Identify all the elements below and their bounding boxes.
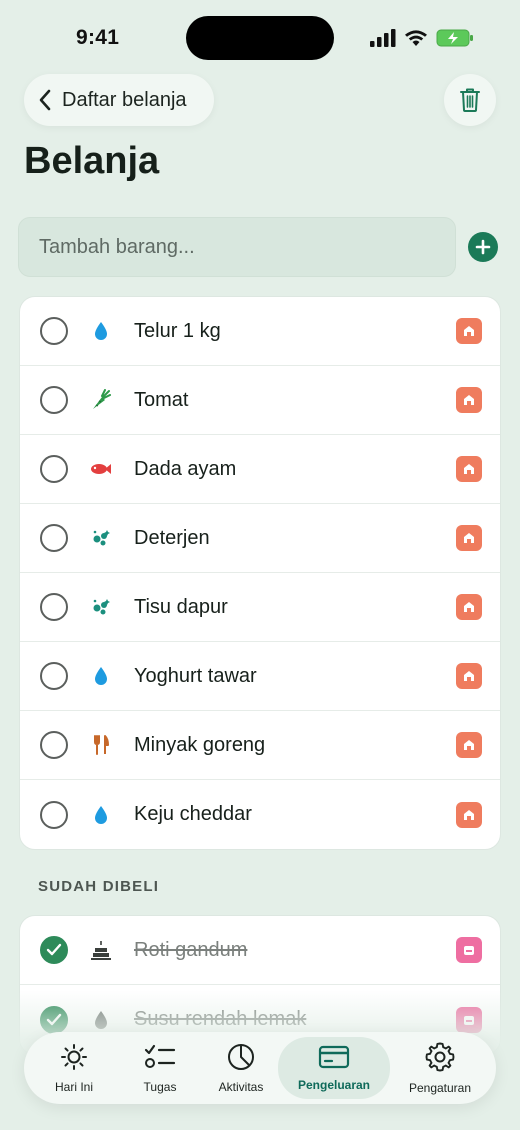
checkbox[interactable] [40, 593, 68, 621]
tab-hari-ini[interactable]: Hari Ini [30, 1037, 118, 1099]
pie-chart-icon [227, 1043, 255, 1076]
purchased-item-row[interactable]: Roti gandum [20, 916, 500, 985]
item-label: Minyak goreng [134, 733, 266, 756]
shopping-item-row[interactable]: Yoghurt tawar [20, 642, 500, 711]
droplet-icon [90, 320, 112, 342]
tab-pengeluaran[interactable]: Pengeluaran [278, 1037, 390, 1099]
back-label: Daftar belanja [62, 88, 187, 111]
bubbles-icon [90, 527, 112, 549]
shopping-item-row[interactable]: Tomat [20, 366, 500, 435]
chevron-left-icon [39, 89, 51, 111]
checkbox[interactable] [40, 731, 68, 759]
store-badge-icon[interactable] [456, 594, 482, 620]
checkbox[interactable] [40, 455, 68, 483]
checkbox[interactable] [40, 386, 68, 414]
checkbox[interactable] [40, 317, 68, 345]
fish-icon [90, 458, 112, 480]
checkmark-icon [46, 943, 62, 956]
item-label: Yoghurt tawar [134, 664, 257, 687]
shopping-item-row[interactable]: Deterjen [20, 504, 500, 573]
trash-icon [460, 88, 480, 112]
status-bar: 9:41 [0, 0, 520, 76]
item-label: Keju cheddar [134, 803, 252, 825]
section-header-purchased: SUDAH DIBELI [38, 878, 160, 895]
tab-aktivitas[interactable]: Aktivitas [202, 1037, 280, 1099]
back-button[interactable]: Daftar belanja [24, 74, 214, 126]
item-label: Tomat [134, 388, 189, 411]
item-label: Deterjen [134, 526, 210, 549]
delete-list-button[interactable] [444, 74, 496, 126]
tab-tugas[interactable]: Tugas [118, 1037, 202, 1099]
tab-bar: Hari Ini Tugas Aktivitas Pengeluaran Pengatu… [24, 1032, 496, 1104]
dynamic-island [186, 16, 334, 60]
droplet-icon [90, 804, 112, 826]
page-title: Belanja [24, 140, 160, 182]
store-badge-icon[interactable] [456, 732, 482, 758]
cake-icon [90, 939, 112, 961]
battery-icon [436, 29, 473, 47]
checklist-icon [144, 1043, 176, 1076]
tab-pengaturan[interactable]: Pengaturan [390, 1037, 490, 1099]
item-label: Tisu dapur [134, 595, 228, 618]
checkbox[interactable] [40, 662, 68, 690]
checkbox-checked[interactable] [40, 936, 68, 964]
wifi-icon [405, 30, 427, 46]
store-badge-icon[interactable] [456, 525, 482, 551]
item-label: Telur 1 kg [134, 319, 221, 342]
droplet-icon [90, 665, 112, 687]
card-icon [318, 1045, 350, 1074]
shopping-list: Telur 1 kg Tomat Dada ayam Deterjen Tisu dap… [19, 296, 501, 850]
item-label: Dada ayam [134, 457, 237, 480]
carrot-icon [90, 389, 112, 411]
fork-knife-icon [90, 734, 112, 756]
signal-icon [370, 29, 396, 47]
shopping-item-row[interactable]: Tisu dapur [20, 573, 500, 642]
plus-icon [475, 239, 491, 255]
shopping-item-row[interactable]: Dada ayam [20, 435, 500, 504]
checkbox[interactable] [40, 524, 68, 552]
store-badge-icon[interactable] [456, 937, 482, 963]
shopping-item-row[interactable]: Keju cheddar [20, 780, 500, 849]
tab-label: Hari Ini [54, 1079, 93, 1094]
store-badge-icon[interactable] [456, 801, 482, 828]
tab-label: Aktivitas [218, 1079, 264, 1094]
item-label: Roti gandum [134, 938, 248, 961]
tab-label: Tugas [143, 1079, 177, 1094]
bubbles-icon [90, 596, 112, 618]
sun-icon [60, 1043, 88, 1076]
status-icons [370, 28, 474, 48]
store-badge-icon[interactable] [456, 387, 482, 413]
store-badge-icon[interactable] [456, 456, 482, 482]
gear-icon [425, 1042, 455, 1077]
checkbox[interactable] [40, 800, 68, 829]
store-badge-icon[interactable] [456, 318, 482, 344]
tab-label: Pengeluaran [297, 1077, 371, 1092]
shopping-item-row[interactable]: Minyak goreng [20, 711, 500, 780]
shopping-item-row[interactable]: Telur 1 kg [20, 297, 500, 366]
status-time: 9:41 [76, 26, 120, 49]
store-badge-icon[interactable] [456, 663, 482, 689]
add-item-input[interactable] [18, 217, 456, 277]
add-item-button[interactable] [468, 232, 498, 262]
tab-label: Pengaturan [408, 1080, 472, 1095]
